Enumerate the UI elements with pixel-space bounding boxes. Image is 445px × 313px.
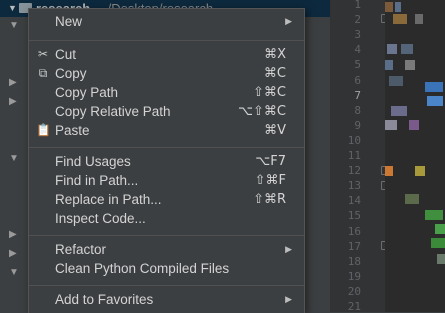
- code-fragment: [431, 238, 445, 248]
- shortcut-label: ⌘X: [264, 47, 286, 62]
- chevron-down-icon[interactable]: ▼: [9, 267, 19, 278]
- line-number: 18: [347, 254, 361, 268]
- code-fragment: [387, 44, 397, 54]
- scissors-icon: ✂: [37, 47, 49, 61]
- menu-item-inspect-code[interactable]: Inspect Code...: [29, 209, 304, 228]
- code-fragment: [409, 120, 419, 130]
- code-fragment: [405, 194, 419, 204]
- clipboard-icon: 📋: [36, 123, 51, 137]
- code-fragment: [389, 76, 403, 86]
- menu-item-label: Copy Path: [55, 85, 119, 100]
- menu-item-label: New: [55, 14, 83, 29]
- chevron-right-icon[interactable]: ▶: [9, 229, 17, 240]
- menu-item-find-usages[interactable]: Find Usages ⌥F7: [29, 152, 304, 171]
- code-fragment: [395, 2, 401, 12]
- menu-item-refactor[interactable]: Refactor ▶: [29, 240, 304, 259]
- line-number: 17: [347, 239, 361, 253]
- line-number: 14: [347, 194, 361, 208]
- code-fragment: [415, 166, 425, 176]
- menu-item-cut[interactable]: ✂ Cut ⌘X: [29, 45, 304, 64]
- code-fragment: [405, 60, 415, 70]
- chevron-right-icon[interactable]: ▶: [9, 248, 17, 259]
- code-fragment: [385, 60, 393, 70]
- menu-item-label: Paste: [55, 123, 90, 138]
- line-number: 16: [347, 224, 361, 238]
- editor-gutter: 1 2 3 4 5 6 7 8 9 10 11 12 13 14 15 16 17 18 19 20 21: [330, 0, 390, 313]
- line-number: 13: [347, 179, 361, 193]
- shortcut-label: ⌥F7: [255, 154, 286, 169]
- code-fragment: [425, 210, 443, 220]
- menu-item-paste[interactable]: 📋 Paste ⌘V: [29, 121, 304, 140]
- code-fragment: [385, 166, 393, 176]
- chevron-down-icon[interactable]: ▼: [8, 0, 17, 17]
- menu-separator: [29, 285, 304, 286]
- code-fragment: [385, 2, 393, 12]
- chevron-down-icon[interactable]: ▼: [9, 153, 19, 164]
- code-fragment: [427, 96, 443, 106]
- menu-item-copy-relative-path[interactable]: Copy Relative Path ⌥⇧⌘C: [29, 102, 304, 121]
- menu-item-label: Inspect Code...: [55, 211, 146, 226]
- code-fragment: [415, 14, 423, 24]
- code-fragment: [437, 254, 445, 264]
- menu-item-find-in-path[interactable]: Find in Path... ⇧⌘F: [29, 171, 304, 190]
- code-fragment: [385, 120, 397, 130]
- menu-separator: [29, 40, 304, 41]
- menu-item-replace-in-path[interactable]: Replace in Path... ⇧⌘R: [29, 190, 304, 209]
- chevron-right-icon[interactable]: ▶: [9, 96, 17, 107]
- line-number: 15: [347, 209, 361, 223]
- code-fragment: [401, 44, 413, 54]
- menu-item-label: Refactor: [55, 242, 107, 257]
- menu-separator: [29, 235, 304, 236]
- line-number: 21: [347, 300, 361, 313]
- line-number: 7: [354, 88, 361, 102]
- menu-separator: [29, 147, 304, 148]
- menu-item-clean-python-compiled-files[interactable]: Clean Python Compiled Files: [29, 259, 304, 278]
- line-number: 11: [347, 149, 361, 162]
- submenu-arrow-icon: ▶: [285, 16, 292, 26]
- shortcut-label: ⌘C: [263, 66, 286, 81]
- shortcut-label: ⌘V: [264, 123, 286, 138]
- code-editor[interactable]: [385, 0, 445, 312]
- code-fragment: [393, 14, 407, 24]
- menu-item-label: Find Usages: [55, 154, 131, 169]
- menu-item-label: Cut: [55, 47, 77, 62]
- menu-item-copy-path[interactable]: Copy Path ⇧⌘C: [29, 83, 304, 102]
- submenu-arrow-icon: ▶: [285, 244, 292, 254]
- context-menu: New ▶ ✂ Cut ⌘X ⧉ Copy ⌘C Copy Path ⇧⌘C C…: [28, 8, 305, 313]
- line-number: 2: [354, 13, 361, 27]
- code-fragment: [435, 224, 445, 234]
- line-number: 12: [347, 164, 361, 178]
- menu-item-label: Copy: [55, 66, 87, 81]
- line-number: 5: [354, 58, 361, 72]
- line-number: 8: [354, 103, 361, 117]
- line-number: 3: [354, 28, 361, 42]
- line-number: 1: [354, 0, 361, 11]
- code-fragment: [425, 82, 443, 92]
- line-number: 19: [347, 269, 361, 283]
- line-number: 9: [354, 118, 361, 132]
- shortcut-label: ⇧⌘F: [254, 173, 286, 188]
- copy-icon: ⧉: [38, 66, 48, 80]
- shortcut-label: ⌥⇧⌘C: [238, 104, 286, 119]
- chevron-down-icon[interactable]: ▼: [9, 20, 19, 31]
- menu-item-label: Replace in Path...: [55, 192, 162, 207]
- menu-item-add-to-favorites[interactable]: Add to Favorites ▶: [29, 290, 304, 309]
- code-fragment: [391, 106, 407, 116]
- shortcut-label: ⇧⌘C: [253, 85, 286, 100]
- menu-item-label: Copy Relative Path: [55, 104, 171, 119]
- line-number: 6: [354, 73, 361, 87]
- menu-item-label: Clean Python Compiled Files: [55, 261, 230, 276]
- menu-item-copy[interactable]: ⧉ Copy ⌘C: [29, 64, 304, 83]
- shortcut-label: ⇧⌘R: [253, 192, 286, 207]
- menu-item-label: Add to Favorites: [55, 292, 154, 307]
- menu-item-label: Find in Path...: [55, 173, 139, 188]
- chevron-right-icon[interactable]: ▶: [9, 77, 17, 88]
- line-number: 20: [347, 284, 361, 298]
- menu-item-new[interactable]: New ▶: [29, 12, 304, 31]
- submenu-arrow-icon: ▶: [285, 294, 292, 304]
- line-number: 10: [347, 133, 361, 147]
- line-number: 4: [354, 43, 361, 57]
